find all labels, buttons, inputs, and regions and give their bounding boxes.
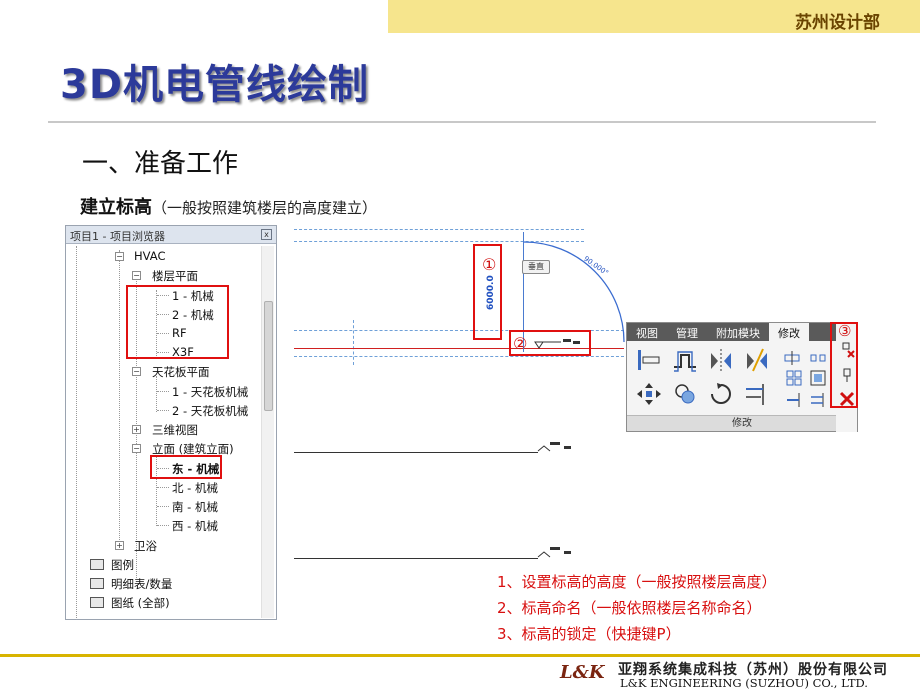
mirror-draw-axis-icon[interactable] bbox=[743, 347, 771, 373]
tree-item-3d-view[interactable]: 三维视图 bbox=[152, 422, 198, 438]
tree-line bbox=[76, 246, 77, 618]
close-icon[interactable]: x bbox=[261, 229, 272, 240]
browser-scrollbar[interactable] bbox=[261, 246, 274, 618]
level-line[interactable] bbox=[294, 558, 538, 559]
company-logo: L&K bbox=[560, 662, 605, 683]
collapse-icon[interactable]: − bbox=[132, 367, 141, 376]
sheet-icon bbox=[90, 597, 104, 608]
level-line[interactable] bbox=[294, 452, 538, 453]
scrollbar-thumb[interactable] bbox=[264, 301, 273, 411]
marker-3: ③ bbox=[838, 322, 852, 340]
department-label: 苏州设计部 bbox=[795, 13, 880, 33]
subheading: 建立标高（一般按照建筑楼层的高度建立） bbox=[80, 193, 377, 219]
tree-item-schedules[interactable]: 明细表/数量 bbox=[111, 576, 172, 592]
mirror-pick-axis-icon[interactable] bbox=[707, 347, 735, 373]
project-browser: 项目1 - 项目浏览器 x − HVAC − 楼层平面 1 - 机械 2 - 机… bbox=[65, 225, 277, 620]
tab-manage[interactable]: 管理 bbox=[667, 323, 707, 341]
schedule-icon bbox=[90, 578, 104, 589]
instruction-1: 1、设置标高的高度（一般按照楼层高度） bbox=[497, 573, 777, 591]
split-icon[interactable] bbox=[783, 349, 801, 367]
tree-item-hvac[interactable]: HVAC bbox=[134, 249, 165, 263]
tab-view[interactable]: 视图 bbox=[627, 323, 667, 341]
tree-item-sanitary[interactable]: 卫浴 bbox=[134, 538, 157, 554]
tree-item-ceiling-plan[interactable]: 天花板平面 bbox=[152, 364, 210, 380]
instruction-2: 2、标高命名（一般依照楼层名称命名） bbox=[497, 599, 762, 617]
subheading-note: （一般按照建筑楼层的高度建立） bbox=[152, 199, 378, 217]
instruction-3: 3、标高的锁定（快捷键P） bbox=[497, 625, 681, 643]
modify-ribbon-panel: 视图 管理 附加模块 修改 修改 bbox=[626, 322, 858, 432]
datum-line bbox=[353, 320, 354, 365]
section-heading: 一、准备工作 bbox=[82, 149, 239, 179]
expand-icon[interactable]: + bbox=[115, 541, 124, 550]
level-head-icon bbox=[537, 442, 571, 452]
align-icon[interactable] bbox=[635, 347, 663, 373]
tab-addins[interactable]: 附加模块 bbox=[707, 323, 769, 341]
collapse-icon[interactable]: − bbox=[132, 444, 141, 453]
trim-single-icon[interactable] bbox=[785, 391, 803, 409]
tree-item-floor-plan[interactable]: 楼层平面 bbox=[152, 268, 198, 284]
company-name-en: L&K ENGINEERING (SUZHOU) CO., LTD. bbox=[620, 676, 868, 690]
tree-line bbox=[119, 250, 120, 550]
offset-icon[interactable] bbox=[671, 347, 699, 373]
tree-item-west[interactable]: 西 - 机械 bbox=[172, 518, 218, 534]
tree-line bbox=[156, 376, 157, 412]
collapse-icon[interactable]: − bbox=[132, 271, 141, 280]
ribbon-tabs: 视图 管理 附加模块 修改 bbox=[627, 323, 857, 341]
marker-1: ① bbox=[482, 255, 497, 274]
header-band: 苏州设计部 bbox=[388, 0, 920, 33]
collapse-icon[interactable]: − bbox=[115, 252, 124, 261]
scale-icon[interactable] bbox=[809, 369, 827, 387]
level-head-icon bbox=[537, 547, 571, 558]
tree-item-south[interactable]: 南 - 机械 bbox=[172, 499, 218, 515]
marker-2: ② bbox=[513, 334, 528, 353]
rotate-icon[interactable] bbox=[707, 381, 735, 407]
browser-header: 项目1 - 项目浏览器 x bbox=[66, 226, 276, 244]
copy-icon[interactable] bbox=[671, 381, 699, 407]
title-divider bbox=[48, 121, 876, 123]
trim-multiple-icon[interactable] bbox=[809, 391, 827, 409]
tree-item-north[interactable]: 北 - 机械 bbox=[172, 480, 218, 496]
level-head-icon bbox=[534, 339, 580, 349]
page-title: 3D机电管线绘制 bbox=[60, 62, 370, 108]
tree-item-legend[interactable]: 图例 bbox=[111, 557, 134, 573]
array-icon[interactable] bbox=[785, 369, 803, 387]
footer-divider bbox=[0, 654, 920, 657]
expand-icon[interactable]: + bbox=[132, 425, 141, 434]
tree-item-ceiling-1[interactable]: 1 - 天花板机械 bbox=[172, 384, 248, 400]
legend-icon bbox=[90, 559, 104, 570]
datum-line bbox=[294, 229, 584, 230]
height-dimension[interactable]: 6000.0 bbox=[486, 275, 496, 310]
datum-line bbox=[294, 356, 624, 357]
move-icon[interactable] bbox=[635, 381, 663, 407]
east-elevation-highlight bbox=[150, 455, 222, 479]
tooltip-vertical: 垂直 bbox=[522, 260, 550, 274]
floor-plan-highlight bbox=[126, 285, 229, 359]
subheading-bold: 建立标高 bbox=[80, 197, 152, 218]
modify-panel-label: 修改 bbox=[627, 415, 857, 431]
tree-item-sheets[interactable]: 图纸 (全部) bbox=[111, 595, 170, 611]
trim-extend-icon[interactable] bbox=[743, 381, 771, 407]
tab-modify[interactable]: 修改 bbox=[769, 323, 809, 341]
split-gap-icon[interactable] bbox=[809, 349, 827, 367]
browser-title: 项目1 - 项目浏览器 bbox=[70, 230, 165, 243]
tree-item-ceiling-2[interactable]: 2 - 天花板机械 bbox=[172, 403, 248, 419]
